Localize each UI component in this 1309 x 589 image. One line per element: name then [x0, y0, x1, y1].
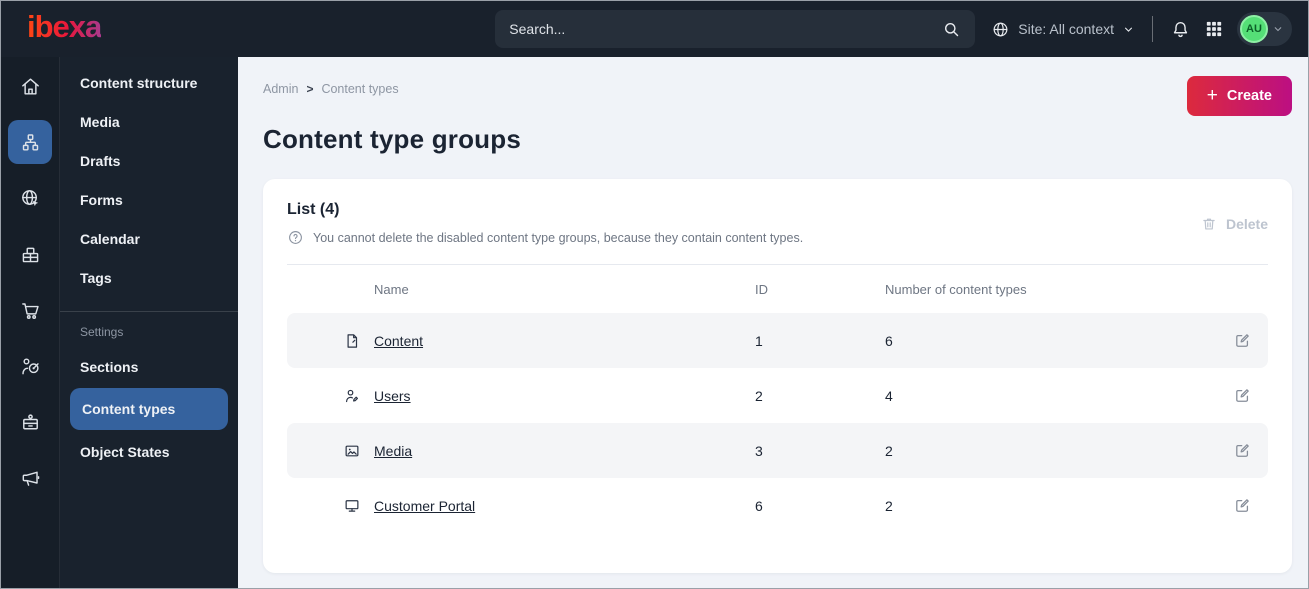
- site-globe-icon[interactable]: [8, 176, 52, 220]
- sidebar-item-sections[interactable]: Sections: [60, 347, 238, 386]
- column-header-id: ID: [755, 281, 768, 297]
- chevron-down-icon: [1122, 23, 1135, 36]
- delete-button-label: Delete: [1225, 216, 1268, 232]
- sidebar-item-calendar[interactable]: Calendar: [60, 219, 238, 258]
- cart-icon[interactable]: [8, 288, 52, 332]
- sidebar-item-drafts[interactable]: Drafts: [60, 141, 238, 180]
- globe-icon: [991, 20, 1010, 39]
- group-id: 6: [755, 497, 763, 514]
- trash-icon: [1200, 215, 1218, 233]
- breadcrumb-admin[interactable]: Admin: [263, 82, 298, 96]
- user-avatar: AU: [1240, 15, 1268, 43]
- topbar-right-controls: Site: All context AU: [991, 12, 1292, 46]
- table-row: Users 2 4: [287, 368, 1268, 423]
- edit-icon[interactable]: [1233, 496, 1252, 515]
- group-link[interactable]: Media: [374, 443, 412, 459]
- edit-icon[interactable]: [1233, 331, 1252, 350]
- notifications-bell-icon[interactable]: [1170, 19, 1191, 40]
- app-grid-icon[interactable]: [1204, 19, 1224, 39]
- group-content-type-count: 4: [885, 387, 893, 404]
- info-text: You cannot delete the disabled content t…: [313, 230, 804, 245]
- main-content: Admin > Content types + Create Content t…: [238, 57, 1308, 588]
- user-icon: [343, 387, 361, 405]
- edit-icon[interactable]: [1233, 386, 1252, 405]
- sidebar-item-content-structure[interactable]: Content structure: [60, 63, 238, 102]
- topbar-divider: [1152, 16, 1153, 42]
- breadcrumb: Admin > Content types: [263, 76, 399, 96]
- sidebar-item-content-types[interactable]: Content types: [70, 388, 228, 430]
- table-row: Customer Portal 6 2: [287, 478, 1268, 533]
- info-line: You cannot delete the disabled content t…: [287, 229, 803, 246]
- group-content-type-count: 6: [885, 332, 893, 349]
- group-id: 1: [755, 332, 763, 349]
- image-icon: [343, 442, 361, 460]
- search-input[interactable]: [509, 21, 943, 37]
- create-button[interactable]: + Create: [1186, 76, 1292, 116]
- app-window: ibexa Site: All context: [0, 0, 1309, 589]
- delete-button[interactable]: Delete: [1200, 215, 1268, 233]
- breadcrumb-content-types: Content types: [321, 82, 399, 96]
- file-icon: [343, 332, 361, 350]
- column-header-name: Name: [374, 281, 409, 297]
- icon-rail: [1, 57, 60, 588]
- search-icon[interactable]: [942, 20, 961, 39]
- settings-section-label: Settings: [80, 325, 124, 339]
- group-id: 2: [755, 387, 763, 404]
- group-link[interactable]: Users: [374, 388, 411, 404]
- edit-icon[interactable]: [1233, 441, 1252, 460]
- plus-icon: +: [1206, 84, 1218, 106]
- sidebar-item-tags[interactable]: Tags: [60, 258, 238, 297]
- group-content-type-count: 2: [885, 442, 893, 459]
- group-content-type-count: 2: [885, 497, 893, 514]
- products-icon[interactable]: [8, 232, 52, 276]
- content-type-groups-card: List (4) You cannot delete the disabled …: [263, 179, 1292, 573]
- user-menu[interactable]: AU: [1237, 12, 1292, 46]
- site-context-label: Site: All context: [1018, 21, 1114, 37]
- global-search[interactable]: [495, 10, 976, 48]
- group-id: 3: [755, 442, 763, 459]
- breadcrumb-separator: >: [306, 82, 314, 96]
- personalization-icon[interactable]: [8, 344, 52, 388]
- group-link[interactable]: Content: [374, 333, 423, 349]
- page-title: Content type groups: [263, 124, 522, 154]
- topbar: ibexa Site: All context: [1, 1, 1308, 57]
- chevron-down-icon: [1272, 23, 1284, 35]
- table-row: Media 3 2: [287, 423, 1268, 478]
- sidebar-item-object-states[interactable]: Object States: [60, 432, 238, 471]
- column-header-count: Number of content types: [885, 281, 1027, 297]
- ibexa-logo: ibexa: [27, 11, 102, 48]
- site-context-selector[interactable]: Site: All context: [991, 20, 1135, 39]
- marketing-megaphone-icon[interactable]: [8, 456, 52, 500]
- admin-badge-icon[interactable]: [8, 400, 52, 444]
- content-structure-icon[interactable]: [8, 120, 52, 164]
- group-link[interactable]: Customer Portal: [374, 498, 475, 514]
- table-header: Name ID Number of content types: [287, 265, 1268, 313]
- sidebar-item-forms[interactable]: Forms: [60, 180, 238, 219]
- sidebar-menu: Content structure Media Drafts Forms Cal…: [60, 57, 238, 588]
- home-icon[interactable]: [8, 64, 52, 108]
- create-button-label: Create: [1226, 88, 1272, 104]
- table-row: Content 1 6: [287, 313, 1268, 368]
- list-title: List (4): [287, 201, 340, 218]
- monitor-icon: [343, 497, 361, 515]
- help-circle-icon: [287, 229, 304, 246]
- sidebar-item-media[interactable]: Media: [60, 102, 238, 141]
